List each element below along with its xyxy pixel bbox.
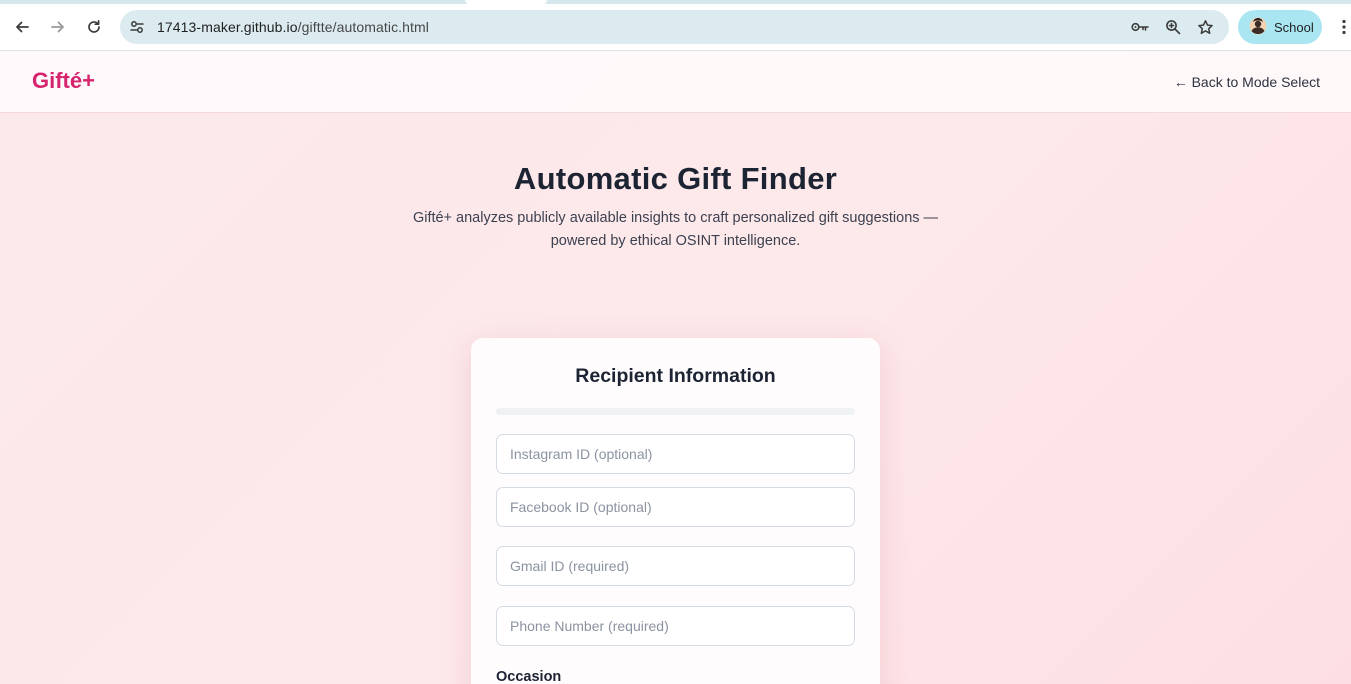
bookmark-star-icon[interactable] <box>1195 17 1215 37</box>
facebook-id-input[interactable] <box>496 487 855 527</box>
address-bar[interactable]: 17413-maker.github.io/giftte/automatic.h… <box>120 10 1229 44</box>
url-text: 17413-maker.github.io/giftte/automatic.h… <box>157 19 429 35</box>
active-tab-edge <box>465 0 547 4</box>
profile-chip[interactable]: School <box>1238 10 1322 44</box>
page-content: Gifté+ ← Back to Mode Select Automatic G… <box>0 51 1351 684</box>
page-title: Automatic Gift Finder <box>513 161 838 196</box>
tab-strip-edge <box>0 0 1351 4</box>
url-host: 17413-maker.github.io <box>157 19 298 35</box>
site-settings-icon[interactable] <box>127 17 147 37</box>
form-progress-bar <box>496 408 855 415</box>
more-menu-icon[interactable] <box>1334 14 1351 40</box>
recipient-form-card: Recipient Information Occasion <box>471 338 880 684</box>
form-title: Recipient Information <box>575 365 776 387</box>
back-arrow-icon[interactable] <box>9 14 35 40</box>
phone-number-input[interactable] <box>496 606 855 646</box>
logo[interactable]: Gifté+ <box>32 68 95 94</box>
occasion-label: Occasion <box>496 669 562 684</box>
forward-arrow-icon[interactable] <box>45 14 71 40</box>
back-to-mode-select-link[interactable]: ← Back to Mode Select <box>1174 74 1320 90</box>
profile-label: School <box>1274 19 1314 35</box>
zoom-icon[interactable] <box>1163 17 1183 37</box>
url-path: /giftte/automatic.html <box>297 19 430 35</box>
site-header: Gifté+ ← Back to Mode Select <box>0 51 1351 113</box>
reload-icon[interactable] <box>81 14 107 40</box>
browser-toolbar: 17413-maker.github.io/giftte/automatic.h… <box>0 0 1351 51</box>
password-key-icon[interactable] <box>1130 17 1150 37</box>
page-subtitle: Gifté+ analyzes publicly available insig… <box>412 210 939 249</box>
instagram-id-input[interactable] <box>496 434 855 474</box>
profile-avatar-icon <box>1249 17 1267 38</box>
gmail-id-input[interactable] <box>496 546 855 586</box>
